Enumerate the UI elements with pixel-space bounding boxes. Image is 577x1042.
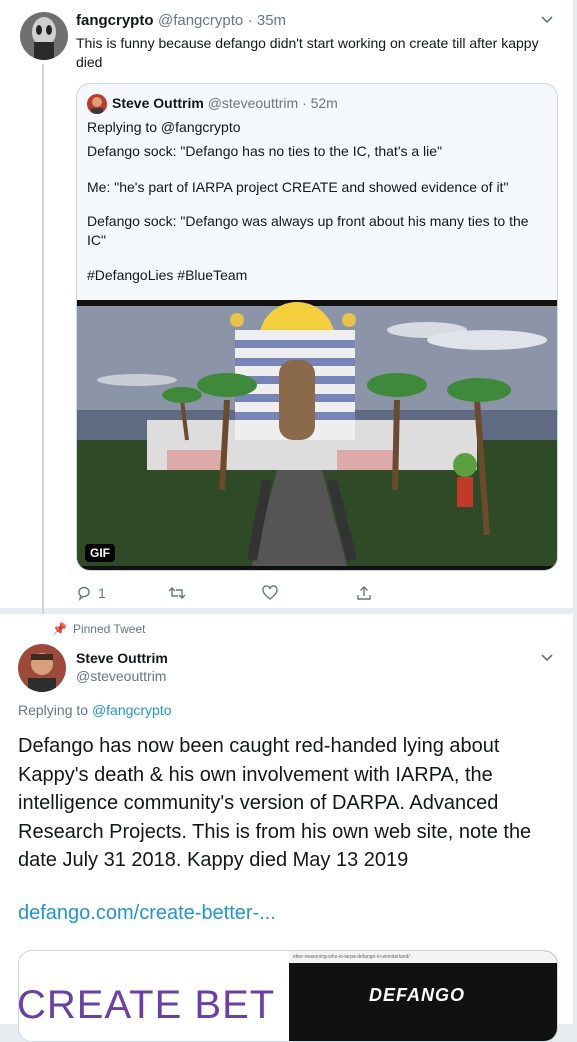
- tweet1-text: This is funny because defango didn't sta…: [76, 35, 539, 70]
- quote-header: Steve Outtrim @steveouttrim · 52m: [112, 95, 338, 111]
- thread-line: [42, 64, 44, 630]
- replying-handle[interactable]: @fangcrypto: [92, 702, 172, 718]
- reply-icon: [78, 586, 90, 601]
- retweet-icon: [168, 587, 186, 599]
- quote-replying: Replying to @fangcrypto: [87, 119, 241, 135]
- quote-line-3: Defango sock: "Defango was always up fro…: [87, 213, 529, 248]
- pinned-label: 📌 Pinned Tweet: [52, 622, 145, 636]
- fangcrypto-avatar[interactable]: [20, 12, 68, 60]
- reply-count: 1: [98, 585, 106, 601]
- tweet2-link[interactable]: defango.com/create-better-...: [18, 902, 276, 925]
- quote-line-2: Me: "he's part of IARPA project CREATE a…: [87, 179, 509, 195]
- quote-time: · 52m: [302, 95, 338, 111]
- link-card[interactable]: CREATE BET etter-reasoning-who-is-iarpa-…: [18, 950, 558, 1042]
- tweet2-handle[interactable]: @steveouttrim: [76, 668, 166, 684]
- steve-avatar-small: [87, 94, 107, 114]
- card-url: etter-reasoning-who-is-iarpa-defango-in-…: [289, 951, 557, 963]
- tweet2-replying: Replying to @fangcrypto: [18, 702, 172, 718]
- share-icon: [357, 586, 371, 600]
- tweet1-header: fangcrypto @fangcrypto · 35m: [76, 12, 286, 30]
- gif-badge: GIF: [85, 544, 115, 562]
- tweet1-handle[interactable]: @fangcrypto: [158, 12, 243, 29]
- pin-icon: 📌: [52, 622, 67, 636]
- tweet2-text: Defango has now been caught red-handed l…: [18, 735, 532, 871]
- chevron-down-icon-2[interactable]: [540, 650, 554, 668]
- quote-handle: @steveouttrim: [207, 95, 299, 111]
- steve-avatar[interactable]: [18, 644, 66, 692]
- retweet-button[interactable]: [168, 585, 186, 601]
- replying-prefix: Replying to: [18, 702, 89, 718]
- heart-icon: [262, 585, 278, 600]
- card-brand: DEFANGO: [369, 985, 466, 1005]
- quote-hashtags: #DefangoLies #BlueTeam: [87, 267, 248, 283]
- tweet1-time[interactable]: · 35m: [248, 12, 286, 29]
- like-button[interactable]: [262, 585, 278, 601]
- card-right-image: etter-reasoning-who-is-iarpa-defango-in-…: [289, 951, 557, 1041]
- gif-image[interactable]: GIF: [77, 300, 557, 570]
- tweet1-name[interactable]: fangcrypto: [76, 12, 154, 29]
- card-left-image: CREATE BET: [19, 951, 289, 1041]
- tweet2-name[interactable]: Steve Outtrim: [76, 650, 168, 666]
- quote-line-1: Defango sock: "Defango has no ties to th…: [87, 143, 443, 159]
- tweet-thread-top: fangcrypto @fangcrypto · 35m This is fun…: [0, 0, 573, 630]
- quote-name: Steve Outtrim: [112, 95, 204, 111]
- quoted-tweet[interactable]: Steve Outtrim @steveouttrim · 52m Replyi…: [76, 83, 558, 571]
- chevron-down-icon[interactable]: [540, 12, 554, 30]
- pinned-text: Pinned Tweet: [72, 622, 146, 636]
- share-button[interactable]: [356, 585, 372, 601]
- card-left-text: CREATE BET: [18, 983, 276, 1027]
- reply-button[interactable]: 1: [76, 585, 106, 601]
